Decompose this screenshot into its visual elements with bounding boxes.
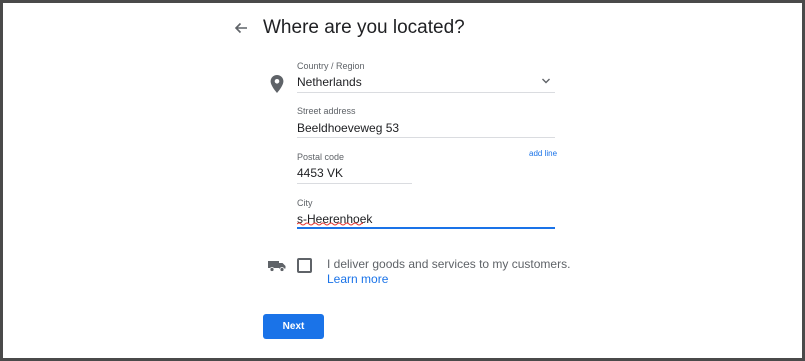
- deliver-checkbox[interactable]: [297, 258, 312, 273]
- location-pin-icon: [270, 75, 284, 93]
- street-address-input[interactable]: Beeldhoeveweg 53: [297, 121, 555, 135]
- chevron-down-icon[interactable]: [541, 77, 551, 85]
- street-label: Street address: [297, 106, 356, 116]
- truck-icon: [268, 261, 286, 272]
- deliver-checkbox-label: I deliver goods and services to my custo…: [327, 257, 571, 271]
- postal-code-input[interactable]: 4453 VK: [297, 166, 412, 180]
- postal-underline: [297, 183, 412, 184]
- add-line-link[interactable]: add line: [529, 149, 557, 158]
- window-frame: [0, 0, 805, 361]
- next-button[interactable]: Next: [263, 314, 324, 339]
- street-underline: [297, 137, 555, 138]
- country-label: Country / Region: [297, 61, 365, 71]
- learn-more-link[interactable]: Learn more: [327, 272, 388, 286]
- city-underline-focused: [297, 227, 555, 229]
- country-select[interactable]: Netherlands: [297, 75, 537, 89]
- spellcheck-underline: [297, 222, 363, 226]
- country-underline: [297, 92, 555, 93]
- city-label: City: [297, 198, 313, 208]
- postal-label: Postal code: [297, 152, 345, 162]
- page-title: Where are you located?: [263, 17, 465, 38]
- back-arrow-icon[interactable]: [233, 20, 249, 36]
